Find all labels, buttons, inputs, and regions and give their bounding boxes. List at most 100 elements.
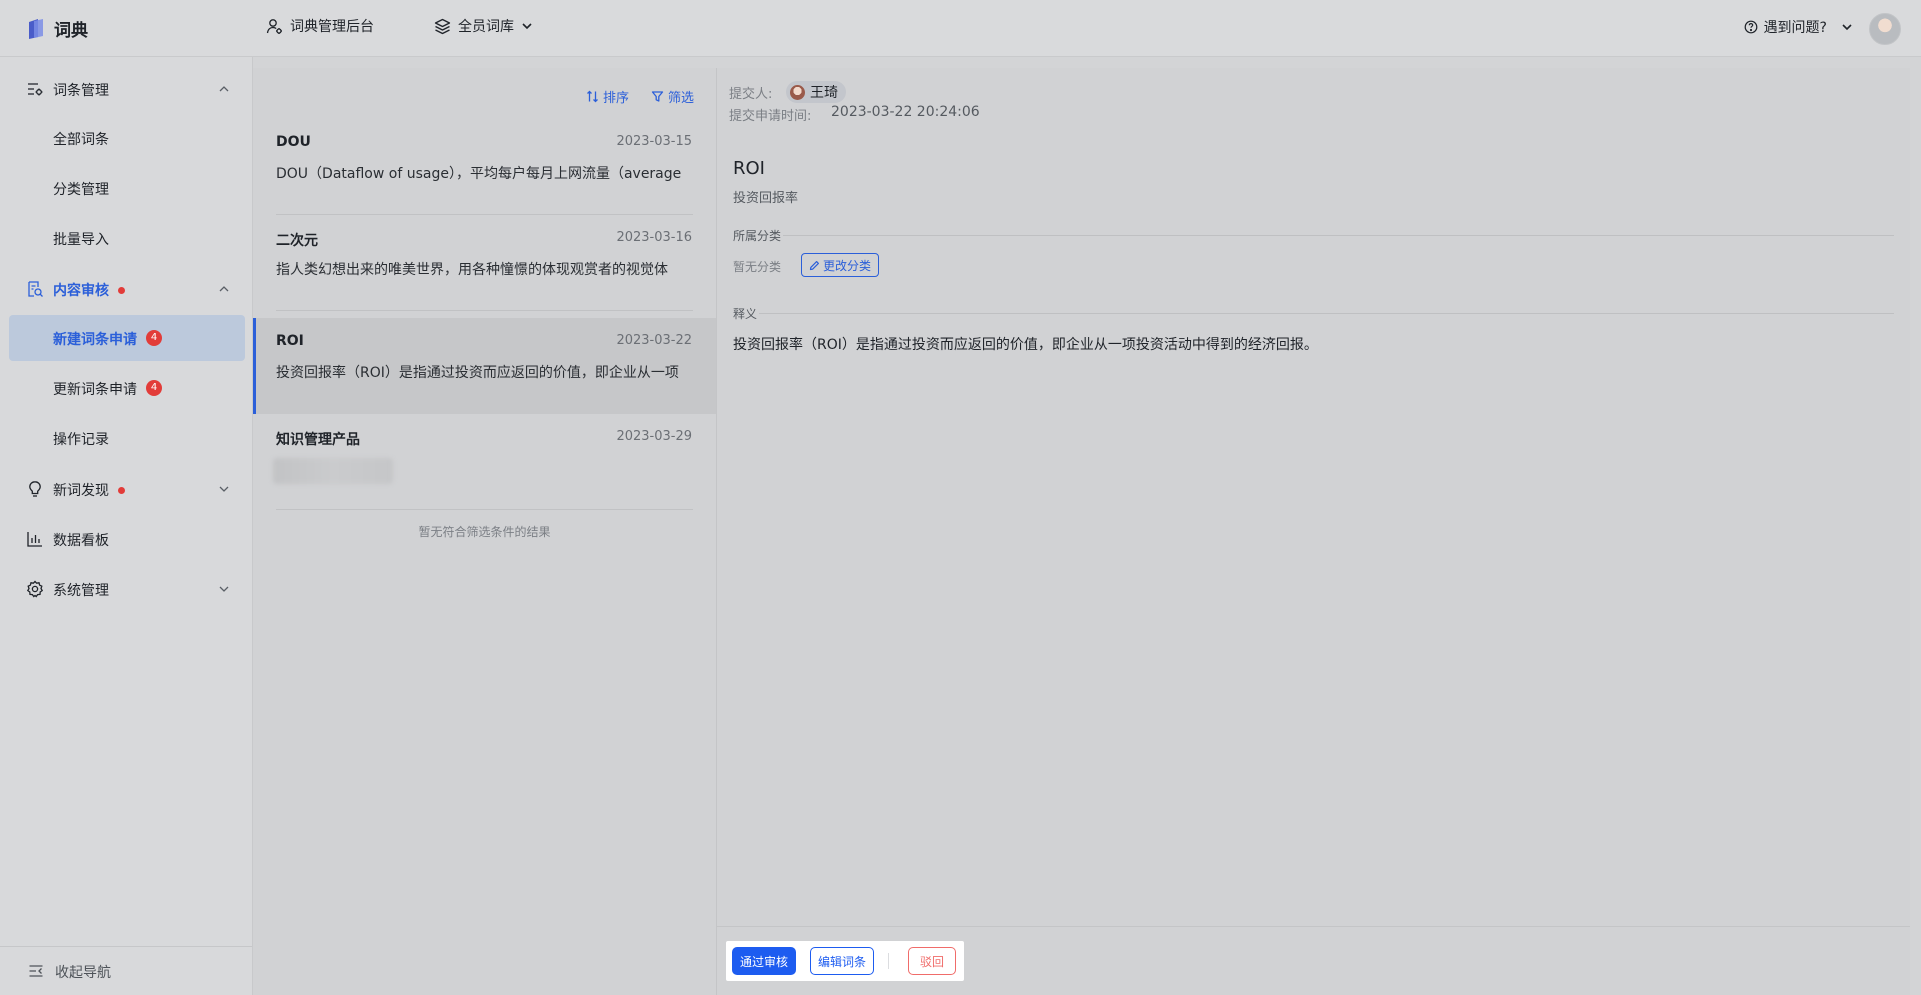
entry-title: 知识管理产品: [276, 432, 360, 448]
list-settings-icon: [28, 83, 43, 96]
nav-group-entry-management[interactable]: 词条管理: [0, 69, 252, 109]
user-avatar[interactable]: [1869, 13, 1901, 45]
list-item-selected[interactable]: ROI 2023-03-22 投资回报率（ROI）是指通过投资而应返回的价值，即…: [253, 318, 716, 414]
list-item[interactable]: 知识管理产品 2023-03-29: [253, 414, 716, 510]
sidebar-item-all-entries[interactable]: 全部词条: [9, 115, 245, 161]
top-bar: 词典 词典管理后台 全员词库 遇到问题?: [0, 0, 1921, 57]
library-dropdown[interactable]: 全员词库: [434, 16, 533, 36]
nav-group-content-review[interactable]: 内容审核: [0, 269, 252, 309]
entry-title: DOU: [276, 134, 311, 150]
divider: [888, 953, 889, 969]
nav-group-dashboard[interactable]: 数据看板: [0, 519, 252, 559]
sort-button[interactable]: 排序: [586, 87, 629, 106]
submitter-label: 提交人:: [729, 87, 773, 102]
nav-group-new-word-discovery[interactable]: 新词发现: [0, 469, 252, 509]
empty-result-text: 暂无符合筛选条件的结果: [418, 525, 551, 539]
notification-dot: [118, 287, 125, 294]
entry-description: DOU（Dataflow of usage），平均每户每月上网流量（averag…: [276, 166, 682, 182]
list-item[interactable]: DOU 2023-03-15 DOU（Dataflow of usage），平均…: [253, 119, 716, 215]
submit-time-value: 2023-03-22 20:24:06: [831, 104, 980, 120]
notification-dot: [118, 487, 125, 494]
reject-button[interactable]: 驳回: [908, 947, 956, 975]
entry-date: 2023-03-22: [616, 333, 692, 348]
nav-group-label: 新词发现: [53, 483, 109, 499]
nav-group-label: 系统管理: [53, 583, 109, 599]
gear-icon: [26, 580, 44, 598]
nav-group-label: 数据看板: [53, 533, 109, 549]
term-title: ROI: [733, 158, 765, 179]
entry-date: 2023-03-15: [616, 134, 692, 149]
admin-console-label: 词典管理后台: [290, 19, 374, 35]
action-button-group: 通过审核 编辑词条 驳回: [726, 941, 964, 981]
no-category-text: 暂无分类: [733, 260, 782, 274]
nav-group-system-management[interactable]: 系统管理: [0, 569, 252, 609]
entry-description: 投资回报率（ROI）是指通过投资而应返回的价值，即企业从一项: [276, 365, 679, 381]
divider: [783, 235, 1894, 236]
admin-console-link[interactable]: 词典管理后台: [266, 16, 374, 36]
sidebar-item-label: 全部词条: [53, 132, 109, 148]
bar-chart-icon: [27, 532, 42, 547]
chevron-up-icon: [219, 286, 229, 292]
library-label: 全员词库: [458, 19, 514, 35]
list-toolbar: 排序 筛选: [586, 87, 694, 106]
sidebar-item-operation-log[interactable]: 操作记录: [9, 415, 245, 461]
change-category-label: 更改分类: [823, 258, 872, 273]
divider: [276, 509, 693, 510]
question-circle-icon: [1744, 20, 1757, 34]
submitter-chip[interactable]: 王琦: [786, 81, 846, 103]
sidebar-item-label: 更新词条申请: [53, 382, 137, 398]
divider: [276, 310, 693, 311]
change-category-button[interactable]: 更改分类: [801, 253, 880, 277]
category-section-title: 所属分类: [733, 229, 782, 243]
chevron-down-icon: [1842, 24, 1852, 31]
submitter-avatar: [790, 84, 805, 100]
audit-icon: [28, 281, 43, 297]
filter-button[interactable]: 筛选: [651, 87, 694, 106]
help-dropdown[interactable]: 遇到问题?: [1744, 17, 1853, 37]
app-logo[interactable]: 词典: [26, 16, 88, 41]
submit-time-label: 提交申请时间:: [729, 109, 812, 124]
collapse-nav-button[interactable]: 收起导航: [0, 946, 252, 995]
sidebar-item-label: 批量导入: [53, 232, 109, 248]
entry-title: 二次元: [276, 233, 318, 249]
nav-group-label: 词条管理: [53, 83, 109, 99]
edit-entry-button[interactable]: 编辑词条: [810, 947, 874, 975]
filter-label: 筛选: [667, 91, 694, 106]
sidebar-item-bulk-import[interactable]: 批量导入: [9, 215, 245, 261]
help-label: 遇到问题?: [1763, 20, 1827, 36]
sidebar-item-label: 操作记录: [53, 432, 109, 448]
filter-icon: [651, 91, 664, 102]
sidebar-item-category-management[interactable]: 分类管理: [9, 165, 245, 211]
chevron-up-icon: [219, 86, 229, 92]
count-badge: 4: [146, 380, 162, 396]
request-detail-panel: 提交人: 王琦 提交申请时间: 2023-03-22 20:24:06 ROI …: [717, 68, 1910, 995]
submitter-name: 王琦: [810, 85, 838, 101]
entry-date: 2023-03-29: [616, 429, 692, 444]
sort-icon: [587, 90, 598, 103]
sidebar-item-label: 分类管理: [53, 182, 109, 198]
sidebar: 词条管理 全部词条 分类管理 批量导入 内容审核 新建词条申请 4 更新词条申请…: [0, 57, 253, 995]
nav-group-label: 内容审核: [53, 283, 109, 299]
selection-indicator: [253, 318, 256, 414]
sidebar-item-new-entry-requests[interactable]: 新建词条申请 4: [9, 315, 245, 361]
chevron-down-icon: [522, 23, 532, 30]
definition-text: 投资回报率（ROI）是指通过投资而应返回的价值，即企业从一项投资活动中得到的经济…: [733, 337, 1318, 353]
lightbulb-icon: [29, 481, 41, 497]
loading-placeholder: [273, 458, 393, 484]
term-subtitle: 投资回报率: [733, 191, 799, 206]
request-list-panel: 排序 筛选 DOU 2023-03-15 DOU（Dataflow of usa…: [253, 68, 717, 995]
approve-button[interactable]: 通过审核: [732, 947, 796, 975]
layers-icon: [434, 18, 451, 34]
collapse-nav-label: 收起导航: [55, 965, 111, 981]
chevron-down-icon: [219, 486, 229, 492]
edit-icon: [809, 260, 819, 270]
entry-description: 指人类幻想出来的唯美世界，用各种憧憬的体现观赏者的视觉体: [276, 262, 668, 278]
collapse-menu-icon: [29, 965, 43, 977]
list-item[interactable]: 二次元 2023-03-16 指人类幻想出来的唯美世界，用各种憧憬的体现观赏者的…: [253, 215, 716, 311]
dictionary-logo-icon: [29, 18, 43, 39]
sidebar-item-update-entry-requests[interactable]: 更新词条申请 4: [9, 365, 245, 411]
user-settings-icon: [266, 18, 282, 34]
entry-title: ROI: [276, 333, 304, 349]
app-name: 词典: [54, 21, 88, 41]
count-badge: 4: [146, 330, 162, 346]
